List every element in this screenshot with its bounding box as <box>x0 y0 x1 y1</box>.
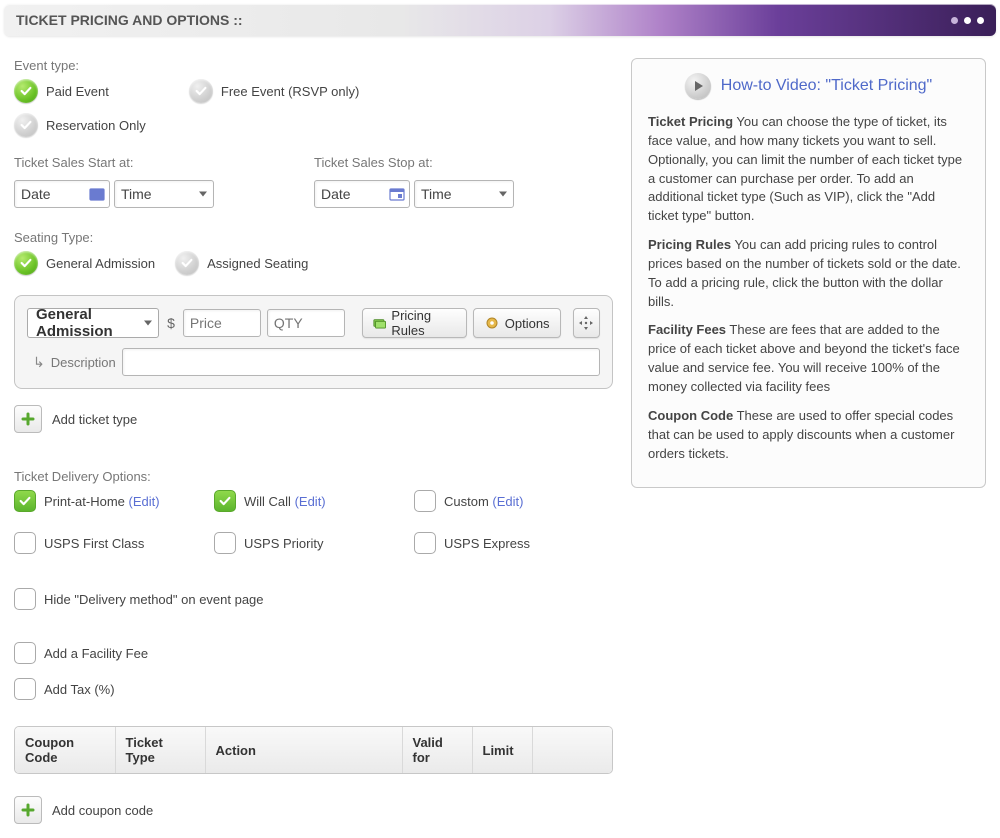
ticket-type-select[interactable]: General Admission <box>27 308 159 338</box>
help-facility-fees: Facility Fees These are fees that are ad… <box>648 321 969 396</box>
ticket-price-input[interactable] <box>183 309 261 337</box>
radio-unselected-icon <box>14 113 38 137</box>
add-coupon-code-button[interactable] <box>14 796 42 824</box>
radio-selected-icon <box>14 251 38 275</box>
seating-type-label: Seating Type: <box>14 230 613 245</box>
panel-title: TICKET PRICING AND OPTIONS :: <box>16 12 243 28</box>
panel-header: TICKET PRICING AND OPTIONS :: <box>4 4 996 36</box>
howto-video-link[interactable]: How-to Video: "Ticket Pricing" <box>721 77 932 95</box>
checkbox-icon <box>14 678 36 700</box>
options-button[interactable]: Options <box>473 308 561 338</box>
delivery-will-call[interactable]: Will Call (Edit) <box>214 490 414 512</box>
ticket-qty-input[interactable] <box>267 309 345 337</box>
radio-paid-event[interactable]: Paid Event <box>14 79 109 103</box>
th-valid-for: Valid for <box>402 727 472 773</box>
th-coupon-code: Coupon Code <box>15 727 115 773</box>
ticket-description-input[interactable] <box>122 348 600 376</box>
pricing-rules-button[interactable]: Pricing Rules <box>362 308 467 338</box>
add-ticket-type-button[interactable] <box>14 405 42 433</box>
radio-unselected-icon <box>175 251 199 275</box>
delivery-options-label: Ticket Delivery Options: <box>14 469 613 484</box>
move-icon <box>578 315 594 331</box>
checkbox-icon <box>414 490 436 512</box>
add-facility-fee[interactable]: Add a Facility Fee <box>14 642 613 664</box>
add-ticket-type-label: Add ticket type <box>52 412 137 427</box>
checkbox-checked-icon <box>14 490 36 512</box>
th-limit: Limit <box>472 727 532 773</box>
radio-general-admission[interactable]: General Admission <box>14 251 155 275</box>
edit-link[interactable]: (Edit) <box>129 494 160 509</box>
add-tax[interactable]: Add Tax (%) <box>14 678 613 700</box>
th-ticket-type: Ticket Type <box>115 727 205 773</box>
delivery-custom[interactable]: Custom (Edit) <box>414 490 614 512</box>
th-empty <box>532 727 612 773</box>
pricing-rules-icon <box>373 315 386 331</box>
play-icon[interactable] <box>685 73 711 99</box>
sub-arrow-icon: ↳ <box>27 354 45 371</box>
coupon-code-table: Coupon Code Ticket Type Action Valid for… <box>14 726 613 774</box>
edit-link[interactable]: (Edit) <box>492 494 523 509</box>
add-coupon-code-label: Add coupon code <box>52 803 153 818</box>
checkbox-icon <box>214 532 236 554</box>
header-dots <box>951 17 984 24</box>
sales-stop-label: Ticket Sales Stop at: <box>314 155 514 170</box>
radio-reservation-only[interactable]: Reservation Only <box>14 113 146 137</box>
gear-icon <box>484 315 500 331</box>
event-type-label: Event type: <box>14 58 613 73</box>
ticket-type-box: General Admission $ Pricing Rules Option… <box>14 295 613 389</box>
checkbox-icon <box>14 588 36 610</box>
sales-stop-time[interactable]: Time <box>414 180 514 208</box>
delivery-usps-first[interactable]: USPS First Class <box>14 532 214 554</box>
plus-icon <box>20 411 36 427</box>
delivery-usps-express[interactable]: USPS Express <box>414 532 614 554</box>
description-label: Description <box>51 355 116 370</box>
sales-start-time[interactable]: Time <box>114 180 214 208</box>
help-panel: How-to Video: "Ticket Pricing" Ticket Pr… <box>631 58 986 488</box>
calendar-icon <box>89 186 105 202</box>
help-pricing-rules: Pricing Rules You can add pricing rules … <box>648 236 969 311</box>
sales-start-label: Ticket Sales Start at: <box>14 155 214 170</box>
currency-symbol: $ <box>165 315 177 331</box>
edit-link[interactable]: (Edit) <box>295 494 326 509</box>
radio-free-event[interactable]: Free Event (RSVP only) <box>189 79 359 103</box>
move-button[interactable] <box>573 308 600 338</box>
delivery-usps-priority[interactable]: USPS Priority <box>214 532 414 554</box>
radio-assigned-seating[interactable]: Assigned Seating <box>175 251 308 275</box>
help-ticket-pricing: Ticket Pricing You can choose the type o… <box>648 113 969 226</box>
sales-start-date[interactable]: Date <box>14 180 110 208</box>
help-coupon-code: Coupon Code These are used to offer spec… <box>648 407 969 464</box>
th-action: Action <box>205 727 402 773</box>
hide-delivery-method[interactable]: Hide "Delivery method" on event page <box>14 588 613 610</box>
checkbox-icon <box>14 532 36 554</box>
calendar-icon <box>389 186 405 202</box>
delivery-print-at-home[interactable]: Print-at-Home (Edit) <box>14 490 214 512</box>
checkbox-icon <box>414 532 436 554</box>
radio-unselected-icon <box>189 79 213 103</box>
plus-icon <box>20 802 36 818</box>
sales-stop-date[interactable]: Date <box>314 180 410 208</box>
checkbox-checked-icon <box>214 490 236 512</box>
radio-selected-icon <box>14 79 38 103</box>
checkbox-icon <box>14 642 36 664</box>
